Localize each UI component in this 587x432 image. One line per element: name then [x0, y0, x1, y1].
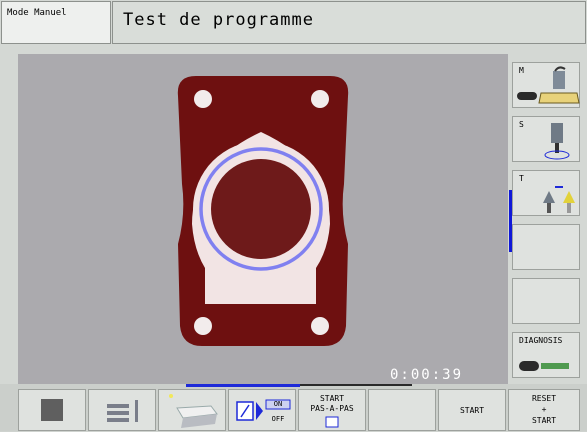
softkey-empty-bottom[interactable] — [368, 389, 436, 431]
start-label: START — [459, 406, 485, 415]
machining-time: 0:00:39 — [390, 367, 464, 383]
workpiece-graphic — [177, 76, 349, 346]
bolt-hole-bottom-right — [311, 317, 329, 335]
softkey-empty-2[interactable] — [512, 278, 580, 324]
softkey-page-indicator — [186, 384, 300, 387]
softkey-row-indicator — [509, 190, 512, 252]
stop-square-icon — [41, 399, 63, 421]
softkey-diagnosis[interactable]: DIAGNOSIS — [512, 332, 580, 378]
softkey-view-3d[interactable] — [158, 389, 226, 431]
program-mode-box: Test de programme — [112, 1, 586, 44]
operating-mode-label: Mode Manuel — [7, 8, 67, 18]
single-block-square-icon — [325, 416, 339, 428]
toggle-off-label: OFF — [271, 415, 285, 423]
bolt-hole-top-left — [194, 90, 212, 108]
tool-change-icon — [543, 186, 575, 213]
softkey-start-single-block[interactable]: START PAS-A-PAS — [298, 389, 366, 431]
reset-line2: + — [541, 405, 547, 414]
bolt-hole-top-right — [311, 90, 329, 108]
operating-mode-box: Mode Manuel — [1, 1, 111, 44]
softkey-s-spindle[interactable]: S — [512, 116, 580, 162]
bolt-hole-bottom-left — [194, 317, 212, 335]
diagnosis-icon — [519, 361, 569, 371]
softkey-m-function[interactable]: M — [512, 62, 580, 108]
softkey-block-skip-toggle[interactable]: ON OFF — [228, 389, 296, 431]
workpiece-3d-icon — [169, 394, 218, 428]
center-bore — [211, 159, 311, 259]
softkey-t-tool[interactable]: T — [512, 170, 580, 216]
reset-line3: START — [531, 416, 557, 425]
block-skip-icon — [236, 399, 291, 421]
plan-view-icon — [107, 400, 138, 422]
machine-table-icon — [517, 66, 580, 104]
softkey-stop[interactable] — [18, 389, 86, 431]
graphics-window: 0:00:39 — [18, 54, 508, 384]
tnc-screen: Mode Manuel Test de programme 0:00:39 M … — [0, 0, 587, 431]
softkey-page-indicator-2 — [300, 384, 412, 386]
spindle-icon — [544, 123, 570, 160]
softkey-empty-1[interactable] — [512, 224, 580, 270]
toggle-on-label: ON — [273, 400, 283, 408]
softkey-view-plan[interactable] — [88, 389, 156, 431]
page-title: Test de programme — [123, 10, 314, 30]
softkey-start[interactable]: START — [438, 389, 506, 431]
reset-line1: RESET — [531, 394, 557, 403]
softkey-reset-start[interactable]: RESET + START — [508, 389, 580, 431]
